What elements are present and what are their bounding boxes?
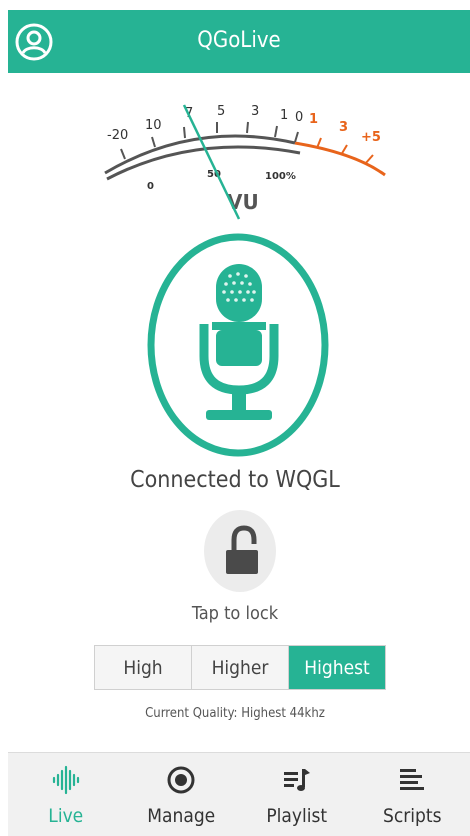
nav-label-scripts: Scripts bbox=[355, 805, 470, 827]
nav-item-live[interactable]: Live bbox=[8, 753, 124, 836]
vu-label-3: 3 bbox=[251, 104, 259, 119]
vu-label-0: 0 bbox=[295, 110, 303, 125]
vu-label-5: 5 bbox=[217, 104, 225, 119]
quality-high-option[interactable]: High bbox=[95, 646, 191, 689]
vu-label-plus5: +5 bbox=[361, 130, 381, 145]
vu-label-plus1: 1 bbox=[309, 112, 318, 127]
vu-needle bbox=[184, 105, 239, 219]
lock-button[interactable] bbox=[204, 510, 276, 592]
quality-selector: High Higher Highest bbox=[94, 645, 386, 690]
bottom-nav: Live Manage Playlist Scripts bbox=[8, 752, 470, 836]
nav-label-live: Live bbox=[8, 805, 124, 827]
nav-label-playlist: Playlist bbox=[239, 805, 355, 827]
record-icon bbox=[166, 765, 196, 795]
vu-label-1: 1 bbox=[280, 108, 288, 123]
quality-highest-option[interactable]: Highest bbox=[288, 646, 385, 689]
current-quality-text: Current Quality: Highest 44khz bbox=[0, 706, 470, 721]
app-title: QGoLive bbox=[8, 28, 470, 53]
vu-label-minus20: -20 bbox=[107, 128, 128, 143]
lock-label: Tap to lock bbox=[0, 603, 470, 624]
nav-item-playlist[interactable]: Playlist bbox=[239, 753, 355, 836]
vu-label-plus3: 3 bbox=[339, 120, 348, 135]
app-header: QGoLive bbox=[8, 10, 470, 73]
vu-meter: -20 10 7 5 3 1 0 1 3 +5 0 50 100% VU bbox=[95, 95, 395, 225]
nav-label-manage: Manage bbox=[124, 805, 240, 827]
scripts-icon bbox=[397, 765, 427, 795]
microphone-button[interactable] bbox=[146, 232, 330, 458]
waveform-icon bbox=[51, 765, 81, 795]
quality-higher-option[interactable]: Higher bbox=[191, 646, 288, 689]
playlist-icon bbox=[282, 765, 312, 795]
vu-pct-100: 100% bbox=[265, 171, 296, 182]
unlock-icon bbox=[204, 510, 276, 592]
vu-label-10: 10 bbox=[145, 118, 162, 133]
connection-status: Connected to WQGL bbox=[0, 467, 470, 493]
nav-item-manage[interactable]: Manage bbox=[124, 753, 240, 836]
vu-pct-0: 0 bbox=[147, 181, 154, 192]
nav-item-scripts[interactable]: Scripts bbox=[355, 753, 470, 836]
